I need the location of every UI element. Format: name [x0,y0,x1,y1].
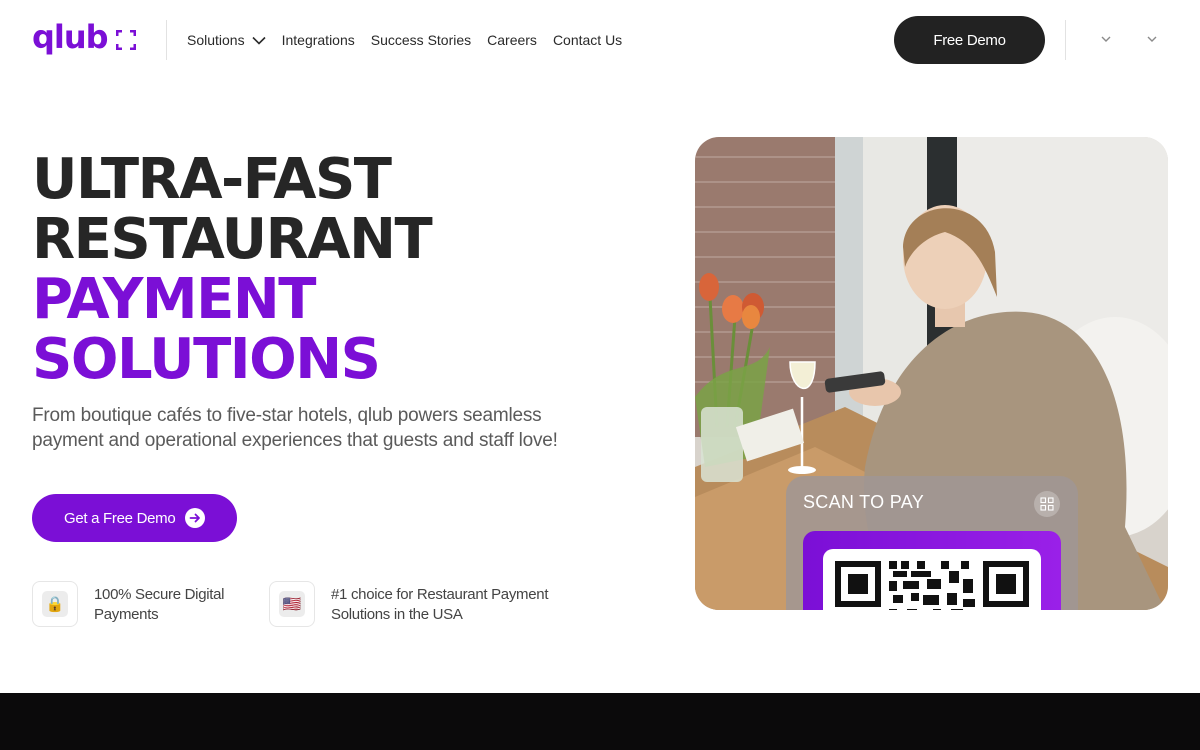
nav-item-careers[interactable]: Careers [487,30,537,50]
hero-title: ULTRA-FAST RESTAURANT PAYMENT SOLUTIONS [32,147,433,392]
badge-icon-box: 🇺🇸 [269,581,315,627]
nav-item-success-stories[interactable]: Success Stories [371,30,471,50]
nav-label: Contact Us [552,32,623,48]
arrow-right-icon [185,508,205,528]
hero-subtitle: From boutique cafés to five-star hotels,… [32,405,558,451]
hero-title-line: ULTRA-FAST [32,147,392,212]
language-dropdown[interactable] [1146,33,1158,45]
qr-corners-icon [115,30,136,50]
site-header: qlub Solutions Integrations Success Stor… [0,0,1200,80]
hero-title-line: RESTAURANT [32,207,433,272]
badge-text: #1 choice for Restaurant Payment Solutio… [331,586,549,623]
hero-title-highlight: SOLUTIONS [32,327,381,392]
badge-text: 100% Secure Digital Payments [94,586,225,623]
chevron-down-icon [1147,36,1157,42]
badge-icon-box: 🔒 [32,581,78,627]
cta-label: Get a Free Demo [64,509,176,527]
qr-code-panel [823,549,1041,610]
nav-item-solutions[interactable]: Solutions [187,30,266,50]
header-divider [166,20,167,60]
lock-icon: 🔒 [42,591,68,617]
chevron-down-icon [252,36,266,45]
nav-label: Integrations [281,32,355,48]
header-divider [1065,20,1066,60]
region-dropdown[interactable] [1100,33,1112,45]
nav-label: Careers [487,32,537,48]
scan-to-pay-label: SCAN TO PAY [803,492,925,512]
main-nav: Solutions Integrations Success Stories C… [187,30,638,50]
qr-scan-icon [1034,491,1060,517]
nav-item-integrations[interactable]: Integrations [282,30,355,50]
badge-secure-payments: 🔒 100% Secure Digital Payments [32,581,244,627]
free-demo-button[interactable]: Free Demo [894,16,1045,64]
next-section-dark-band [0,693,1200,750]
nav-label: Solutions [187,32,245,48]
hero-title-highlight: PAYMENT [32,267,316,332]
qr-code-icon [835,561,1029,610]
get-free-demo-button[interactable]: Get a Free Demo [32,494,237,542]
qr-code-frame [803,531,1061,610]
us-flag-icon: 🇺🇸 [279,591,305,617]
nav-label: Success Stories [370,32,472,48]
nav-item-contact-us[interactable]: Contact Us [553,30,622,50]
scan-to-pay-card: SCAN TO PAY [786,476,1078,610]
qlub-logo[interactable]: qlub [32,18,136,56]
hero-image: SCAN TO PAY [695,137,1168,610]
badge-usa-choice: 🇺🇸 #1 choice for Restaurant Payment Solu… [269,581,571,627]
chevron-down-icon [1101,36,1111,42]
logo-text: qlub [32,18,109,56]
